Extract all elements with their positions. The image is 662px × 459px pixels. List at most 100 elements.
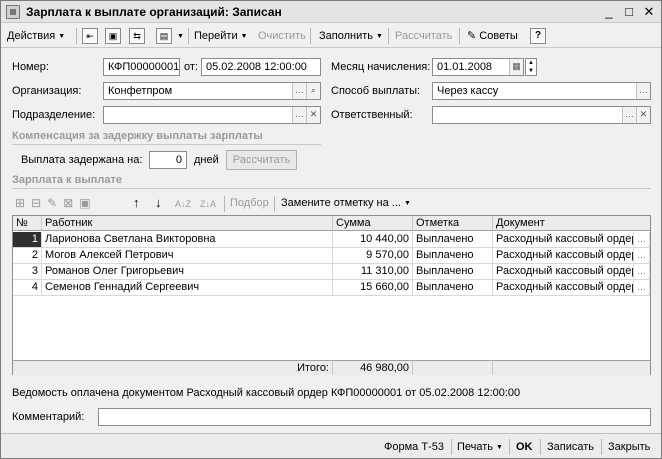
payment-method-value: Через кассу <box>437 85 499 97</box>
add-row-icon[interactable]: ⊞ <box>15 196 31 210</box>
amount-cell: 11 310,00 <box>333 264 413 280</box>
tips-button[interactable]: ✎ Советы <box>467 28 518 44</box>
chevron-down-icon: ▼ <box>376 33 383 40</box>
calendar-icon[interactable]: ▦ <box>509 59 523 75</box>
paid-info-text: Ведомость оплачена документом Расходный … <box>12 387 521 399</box>
number-field[interactable]: КФП00000001 <box>103 58 180 76</box>
column-header-amount[interactable]: Сумма <box>333 216 413 231</box>
ellipsis-icon[interactable]: … <box>634 248 650 264</box>
back-arrow-icon[interactable]: ⇤ <box>82 28 98 44</box>
payment-method-label: Способ выплаты: <box>331 85 421 97</box>
close-button[interactable]: Закрыть <box>608 439 650 455</box>
ellipsis-icon[interactable]: … <box>292 107 306 123</box>
document-status-icon[interactable]: ▣ <box>105 28 121 44</box>
calculate-button[interactable]: Рассчитать <box>395 28 452 44</box>
ellipsis-icon[interactable]: … <box>292 83 306 99</box>
mark-cell: Выплачено <box>413 264 493 280</box>
clear-x-icon[interactable]: ✕ <box>636 107 650 123</box>
document-cell: Расходный кассовый ордер ... <box>493 264 634 280</box>
ellipsis-icon[interactable]: … <box>634 280 650 296</box>
minimize-button[interactable]: _ <box>601 4 617 19</box>
tips-label: Советы <box>479 30 518 42</box>
goto-label: Перейти <box>194 30 238 42</box>
toolbar-divider <box>274 196 275 212</box>
end-edit-icon[interactable]: ▣ <box>79 196 96 210</box>
form-t53-button[interactable]: Форма Т-53 <box>384 439 444 455</box>
toolbar-divider <box>188 28 189 44</box>
close-window-button[interactable]: ✕ <box>641 4 657 19</box>
date-field[interactable]: 05.02.2008 12:00:00 <box>201 58 321 76</box>
column-header-number[interactable]: № <box>13 216 42 231</box>
responsible-label: Ответственный: <box>331 109 413 121</box>
toolbar-divider <box>224 196 225 212</box>
month-spinner[interactable]: ▲ ▼ <box>525 58 537 76</box>
organization-label: Организация: <box>12 85 82 97</box>
mark-cell: Выплачено <box>413 280 493 296</box>
sort-ascending-icon[interactable]: A↓Z <box>175 196 191 212</box>
ellipsis-icon[interactable]: … <box>636 83 650 99</box>
total-value: 46 980,00 <box>333 360 413 375</box>
month-field[interactable]: 01.01.2008 ▦ <box>432 58 524 76</box>
table-row-actions: ⊞⊟✎⊠▣ <box>15 195 97 211</box>
comment-label: Комментарий: <box>12 411 85 423</box>
save-button[interactable]: Записать <box>547 439 594 455</box>
move-down-icon[interactable]: ↓ <box>155 195 162 211</box>
spin-down-icon: ▼ <box>528 68 534 74</box>
column-header-mark[interactable]: Отметка <box>413 216 493 231</box>
fill-label: Заполнить <box>319 30 374 42</box>
ellipsis-icon[interactable]: … <box>622 107 636 123</box>
document-cell: Расходный кассовый ордер ... <box>493 280 634 296</box>
maximize-button[interactable]: □ <box>621 4 637 19</box>
compensation-calculate-button[interactable]: Рассчитать <box>226 150 297 170</box>
delay-label: Выплата задержана на: <box>21 154 143 166</box>
title-bar: Зарплата к выплате организаций: Записан … <box>1 1 661 23</box>
ok-button[interactable]: OK <box>516 439 533 455</box>
structure-icon[interactable]: ▤ <box>156 28 172 44</box>
mark-cell: Выплачено <box>413 232 493 248</box>
structure-dropdown[interactable]: ▼ <box>174 28 184 44</box>
payment-method-field[interactable]: Через кассу … <box>432 82 651 100</box>
division-label: Подразделение: <box>12 109 96 121</box>
employee-cell: Семенов Геннадий Сергеевич <box>42 280 333 296</box>
main-toolbar: Действия ▼ ⇤ ▣ ⇆ ▤ ▼ Перейти ▼ Очистить За… <box>1 24 661 48</box>
clear-x-icon[interactable]: ✕ <box>306 107 320 123</box>
selection-button[interactable]: Подбор <box>230 195 269 211</box>
search-icon[interactable]: ⌕ <box>306 83 320 99</box>
goto-menu[interactable]: Перейти ▼ <box>194 28 248 44</box>
copy-row-icon[interactable]: ⊟ <box>31 196 47 210</box>
organization-field[interactable]: Конфетпром … ⌕ <box>103 82 321 100</box>
delay-days-field[interactable]: 0 <box>149 151 187 169</box>
actions-menu[interactable]: Действия ▼ <box>7 28 65 44</box>
replace-mark-menu[interactable]: Замените отметку на ... ▼ <box>281 195 411 211</box>
total-mark-empty <box>413 360 493 375</box>
responsible-field[interactable]: … ✕ <box>432 106 651 124</box>
ellipsis-icon[interactable]: … <box>634 232 650 248</box>
bottom-command-bar: Форма Т-53 Печать ▼ OK Записать Закрыть <box>1 433 661 458</box>
mark-cell: Выплачено <box>413 248 493 264</box>
salary-table: № Работник Сумма Отметка Документ 1 Лари… <box>12 215 651 375</box>
edit-row-icon[interactable]: ✎ <box>47 196 63 210</box>
chevron-down-icon: ▼ <box>58 33 66 40</box>
print-menu[interactable]: Печать ▼ <box>457 439 503 455</box>
move-up-icon[interactable]: ↑ <box>133 195 140 211</box>
fill-menu[interactable]: Заполнить ▼ <box>319 28 383 44</box>
clear-button[interactable]: Очистить <box>258 28 306 44</box>
swap-icon[interactable]: ⇆ <box>129 28 145 44</box>
help-icon[interactable]: ? <box>530 28 546 44</box>
column-header-employee[interactable]: Работник <box>42 216 333 231</box>
toolbar-divider <box>451 439 452 455</box>
document-window: Зарплата к выплате организаций: Записан … <box>0 0 662 459</box>
column-header-document[interactable]: Документ <box>493 216 650 231</box>
total-document-empty <box>493 360 650 375</box>
delete-row-icon[interactable]: ⊠ <box>63 196 79 210</box>
lightbulb-icon: ✎ <box>467 30 477 42</box>
comment-field[interactable] <box>98 408 651 426</box>
date-value: 05.02.2008 12:00:00 <box>206 61 307 73</box>
employee-cell: Романов Олег Григорьевич <box>42 264 333 280</box>
sort-descending-icon[interactable]: Z↓A <box>200 196 216 212</box>
date-label: от: <box>184 61 198 73</box>
division-field[interactable]: … ✕ <box>103 106 321 124</box>
ellipsis-icon[interactable]: … <box>634 264 650 280</box>
actions-label: Действия <box>7 30 56 42</box>
section-divider <box>12 188 651 189</box>
